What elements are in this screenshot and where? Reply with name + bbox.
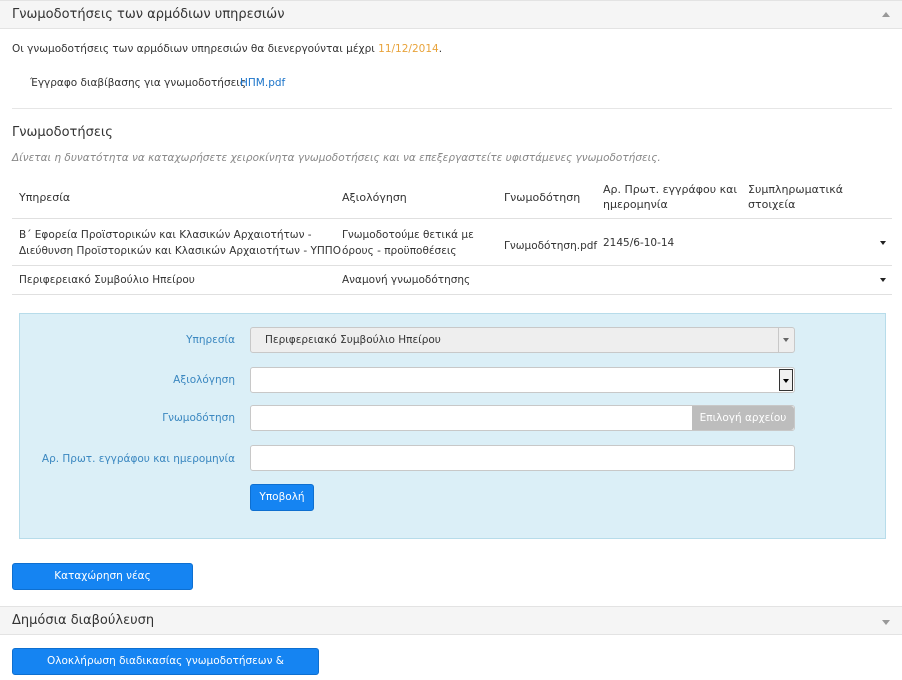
submit-button[interactable]: Υποβολή (250, 484, 314, 511)
service-label: Υπηρεσία (186, 334, 235, 346)
deadline-date: 11/12/2014 (378, 43, 439, 55)
evaluation-label: Αξιολόγηση (173, 374, 235, 386)
row-divider (12, 294, 892, 295)
protocol-label: Αρ. Πρωτ. εγγράφου και ημερομηνία (41, 453, 235, 465)
section-subtitle: Δίνεται η δυνατότητα να καταχωρήσετε χει… (12, 152, 661, 164)
add-opinion-button[interactable]: Καταχώρηση νέας γνωμοδότησης (12, 563, 193, 607)
opinion-form: Υπηρεσία Περιφερειακό Συμβούλιο Ηπείρου … (19, 313, 886, 539)
opinion-file-input[interactable]: Επιλογή αρχείου (250, 405, 795, 431)
row-dropdown-caret-icon[interactable] (880, 278, 886, 282)
panel-title: Γνωμοδοτήσεις των αρμόδιων υπηρεσιών (12, 7, 285, 22)
choose-file-button[interactable]: Επιλογή αρχείου (692, 406, 794, 430)
section-title: Γνωμοδοτήσεις (12, 125, 113, 140)
complete-process-button[interactable]: Ολοκλήρωση διαδικασίας γνωμοδοτήσεων & δ… (12, 648, 319, 675)
evaluation-select[interactable] (250, 367, 795, 393)
column-header-evaluation: Αξιολόγηση (342, 191, 407, 204)
document-label: Έγγραφο διαβίβασης για γνωμοδοτήσεις (30, 77, 246, 89)
column-header-protocol: Αρ. Πρωτ. εγγράφου και ημερομηνία (603, 183, 738, 211)
column-header-extra: Συμπληρωματικά στοιχεία (748, 183, 843, 211)
protocol-input[interactable] (250, 445, 795, 471)
deadline-text: Οι γνωμοδοτήσεις των αρμόδιων υπηρεσιών … (12, 43, 443, 55)
row-divider (12, 265, 892, 266)
document-link[interactable]: ΗΠΜ.pdf (240, 77, 285, 89)
table-row-evaluation: Αναμονή γνωμοδότησης (342, 274, 471, 286)
collapse-caret-icon[interactable] (882, 12, 890, 17)
panel-title: Δημόσια διαβούλευση (12, 613, 155, 628)
opinion-file-link[interactable]: Γνωμοδότηση.pdf (504, 238, 597, 254)
table-row-protocol: 2145/6-10-14 (603, 237, 675, 249)
table-header-divider (12, 218, 892, 219)
service-select-value: Περιφερειακό Συμβούλιο Ηπείρου (265, 334, 441, 346)
row-dropdown-caret-icon[interactable] (880, 241, 886, 245)
service-select[interactable]: Περιφερειακό Συμβούλιο Ηπείρου (250, 327, 795, 353)
chevron-down-icon[interactable] (778, 328, 794, 352)
expand-caret-icon[interactable] (882, 620, 890, 625)
chevron-down-icon[interactable] (779, 369, 793, 391)
column-header-opinion: Γνωμοδότηση (504, 191, 581, 204)
divider (12, 108, 892, 109)
table-row-evaluation: Γνωμοδοτούμε θετικά με όρους - προϋποθέσ… (342, 229, 474, 257)
table-row-service: Β΄ Εφορεία Προϊστορικών και Κλασικών Αρχ… (19, 229, 341, 257)
table-row-service: Περιφερειακό Συμβούλιο Ηπείρου (19, 274, 195, 286)
opinion-label: Γνωμοδότηση (162, 412, 235, 424)
column-header-service: Υπηρεσία (19, 191, 71, 204)
consultation-panel-header[interactable]: Δημόσια διαβούλευση (0, 606, 902, 635)
opinions-panel-header[interactable]: Γνωμοδοτήσεις των αρμόδιων υπηρεσιών (0, 0, 902, 29)
